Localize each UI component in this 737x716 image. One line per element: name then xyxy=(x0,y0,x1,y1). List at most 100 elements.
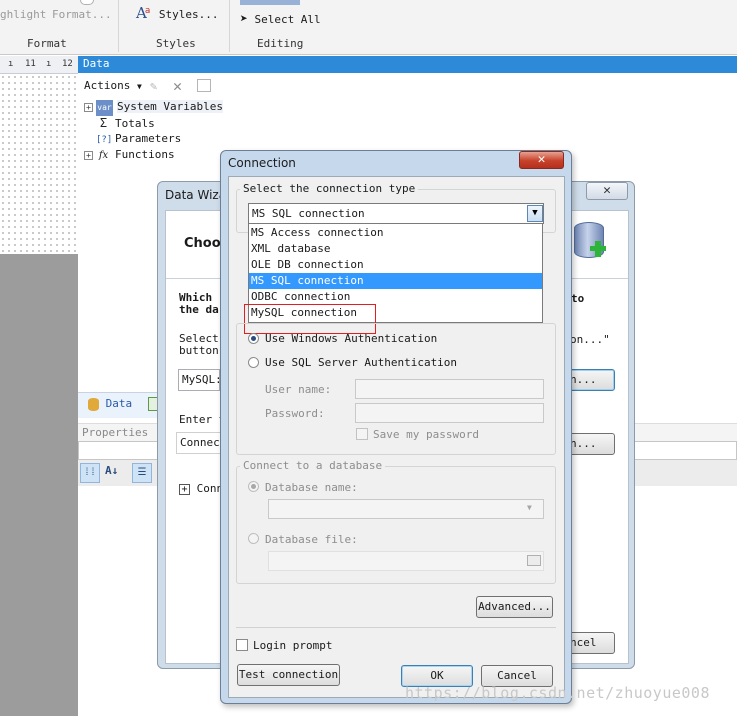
login-prompt-checkbox[interactable] xyxy=(236,639,248,651)
group-label-editing: Editing xyxy=(257,37,304,50)
tree-item-functions[interactable]: + fx Functions xyxy=(84,147,175,163)
which-line: the da xyxy=(179,303,219,316)
database-file-label: Database file: xyxy=(265,533,358,546)
database-group-title: Connect to a database xyxy=(240,459,386,472)
ribbon-separator xyxy=(118,0,119,52)
database-file-input[interactable] xyxy=(268,551,544,571)
ribbon-separator xyxy=(229,0,230,52)
wizard-which-text: Which the da xyxy=(179,292,219,316)
categorized-icon[interactable]: ⁞⁞ xyxy=(80,463,100,483)
connection-type-group-title: Select the connection type xyxy=(240,182,419,195)
sql-auth-label: Use SQL Server Authentication xyxy=(265,356,458,369)
delete-icon[interactable]: ✕ xyxy=(173,77,182,95)
actions-menu[interactable]: Actions ▼ xyxy=(84,79,142,92)
horizontal-ruler: ı 11 ı 12 xyxy=(0,56,78,74)
ruler-mark: 12 xyxy=(62,59,73,69)
expand-icon[interactable]: + xyxy=(84,150,93,160)
user-name-input[interactable] xyxy=(355,379,544,399)
sort-alpha-icon[interactable]: A↓ xyxy=(105,464,118,477)
wizard-select-text: Select button xyxy=(179,333,219,357)
database-add-icon xyxy=(574,222,612,262)
close-button[interactable]: ✕ xyxy=(519,151,564,169)
folder-icon[interactable] xyxy=(527,555,541,566)
wizard-connection-name-field[interactable]: Connect xyxy=(176,432,222,454)
save-password-label: Save my password xyxy=(373,428,479,441)
tree-item-parameters[interactable]: [?] Parameters xyxy=(96,131,181,147)
group-label-format: Format xyxy=(27,37,67,50)
login-prompt-label: Login prompt xyxy=(253,639,333,652)
wizard-connection-node[interactable]: + Conn xyxy=(179,482,223,495)
wizard-close-button[interactable]: ✕ xyxy=(586,182,628,200)
dropdown-arrow-icon: ▼ xyxy=(136,82,142,91)
sql-auth-radio[interactable] xyxy=(248,357,259,368)
database-name-select[interactable] xyxy=(268,499,544,519)
watermark: https://blog.csdn.net/zhuoyue008 xyxy=(405,684,710,702)
wizard-heading: Choo xyxy=(184,236,221,251)
select-all-label: Select All xyxy=(254,13,321,26)
format-button[interactable]: Format... xyxy=(52,8,112,21)
expand-icon[interactable]: + xyxy=(84,102,93,112)
database-name-label: Database name: xyxy=(265,481,358,494)
group-label-styles: Styles xyxy=(156,37,196,50)
tree-item-totals[interactable]: Σ Totals xyxy=(96,115,155,131)
wizard-cancel-button[interactable]: ncel xyxy=(565,632,615,654)
windows-auth-label: Use Windows Authentication xyxy=(265,332,438,345)
dropdown-option[interactable]: ODBC connection xyxy=(249,289,542,305)
dropdown-option[interactable]: XML database xyxy=(249,241,542,257)
dropdown-option[interactable]: MS Access connection xyxy=(249,225,542,241)
actions-label: Actions xyxy=(84,79,131,92)
variable-icon: var xyxy=(96,100,113,116)
tree-label: Parameters xyxy=(115,132,182,145)
connection-dialog-title: Connection xyxy=(228,156,296,170)
save-password-checkbox[interactable] xyxy=(356,428,368,440)
test-connection-button[interactable]: Test connection xyxy=(237,664,340,686)
tree-label: Totals xyxy=(115,117,155,130)
wizard-build-button[interactable]: n... xyxy=(565,369,615,391)
wizard-edit-button[interactable]: n... xyxy=(565,433,615,455)
dropdown-option-highlighted[interactable]: MS SQL connection xyxy=(249,273,542,289)
ruler-mark: 11 xyxy=(25,59,36,69)
separator xyxy=(236,627,556,628)
property-pages-icon[interactable]: ☰ xyxy=(132,463,152,483)
edit-icon[interactable]: ✎ xyxy=(150,79,157,93)
styles-icon-mark: a xyxy=(144,6,151,16)
highlight-button[interactable]: ghlight xyxy=(0,8,46,21)
tab-data[interactable]: Data xyxy=(88,397,132,411)
dropdown-arrow-icon[interactable]: ▼ xyxy=(527,503,532,512)
windows-auth-radio[interactable] xyxy=(248,333,259,344)
sigma-icon: Σ xyxy=(99,116,108,130)
ruler-tick: ı xyxy=(46,59,52,69)
report-page-grid[interactable] xyxy=(0,74,78,254)
wizard-quote-fragment: on..." xyxy=(570,333,610,346)
function-icon: fx xyxy=(98,150,109,161)
view-icon[interactable] xyxy=(197,79,211,92)
tree-label: Functions xyxy=(115,148,175,161)
styles-button-label: Styles... xyxy=(158,8,219,21)
tree-item-system-variables[interactable]: + var System Variables xyxy=(84,99,223,116)
database-name-radio[interactable] xyxy=(248,481,259,492)
cursor-icon: ➤ xyxy=(240,12,248,27)
wizard-title: Data Wiza xyxy=(165,188,227,202)
wizard-enter-label: Enter t xyxy=(179,413,226,426)
parameter-icon: [?] xyxy=(96,135,113,145)
user-name-label: User name: xyxy=(265,383,332,396)
tab-data-label: Data xyxy=(105,397,133,410)
expand-icon[interactable]: + xyxy=(179,483,190,495)
password-label: Password: xyxy=(265,407,325,420)
dropdown-arrow-icon[interactable]: ▼ xyxy=(527,205,543,222)
data-panel-title: Data xyxy=(78,56,737,73)
replace-button-partial[interactable] xyxy=(240,0,300,5)
database-file-radio[interactable] xyxy=(248,533,259,544)
database-icon xyxy=(88,397,99,411)
password-input[interactable] xyxy=(355,403,544,423)
connection-type-select[interactable]: MS SQL connection xyxy=(248,203,544,224)
select-line: button xyxy=(179,344,219,357)
styles-button[interactable]: Aa Styles... xyxy=(136,4,219,22)
tree-label: System Variables xyxy=(117,100,223,113)
select-all-button[interactable]: ➤ Select All xyxy=(240,12,321,27)
advanced-button[interactable]: Advanced... xyxy=(476,596,553,618)
selected-connection-type: MS SQL connection xyxy=(252,207,365,220)
ruler-tick: ı xyxy=(8,59,14,69)
wizard-connection-field[interactable]: MySQL: xyxy=(178,369,220,391)
dropdown-option[interactable]: OLE DB connection xyxy=(249,257,542,273)
